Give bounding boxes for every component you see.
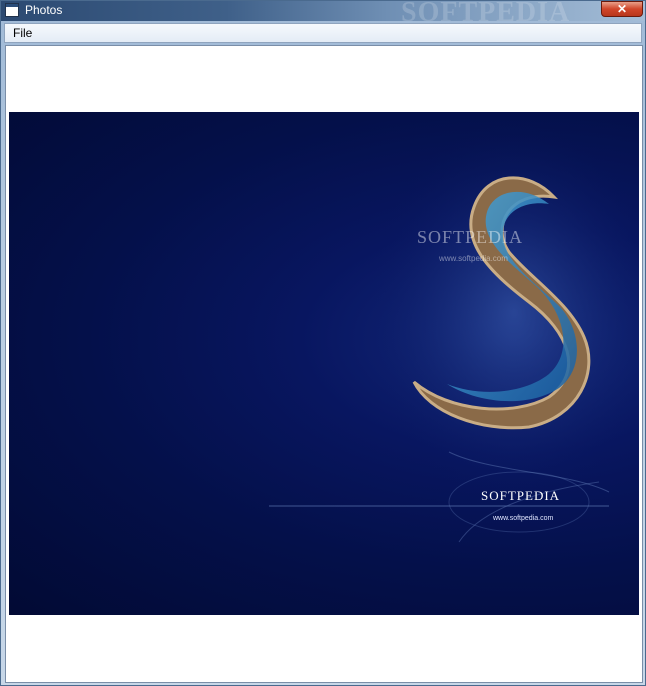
photo-artwork — [269, 122, 639, 543]
menu-file[interactable]: File — [11, 26, 34, 40]
close-icon: ✕ — [616, 2, 628, 16]
menu-bar: File — [4, 23, 642, 43]
titlebar-watermark: SOFTPEDIA — [401, 1, 571, 21]
window-title: Photos — [25, 3, 63, 17]
photo-logo-text: SOFTPEDIA — [481, 488, 561, 503]
app-window: SOFTPEDIA Photos ✕ File SOFTPEDIA www.so… — [0, 0, 646, 686]
photo-url-text: www.softpedia.com — [493, 515, 554, 522]
photo-image[interactable]: SOFTPEDIA www.softpedia.com SOFTPEDIA ww… — [9, 112, 639, 615]
title-bar[interactable]: SOFTPEDIA Photos — [1, 1, 645, 21]
photo-watermark: SOFTPEDIA — [417, 227, 524, 247]
close-button[interactable]: ✕ — [601, 1, 643, 17]
app-icon[interactable] — [5, 3, 19, 17]
photo-watermark-url: www.softpedia.com — [439, 254, 508, 263]
